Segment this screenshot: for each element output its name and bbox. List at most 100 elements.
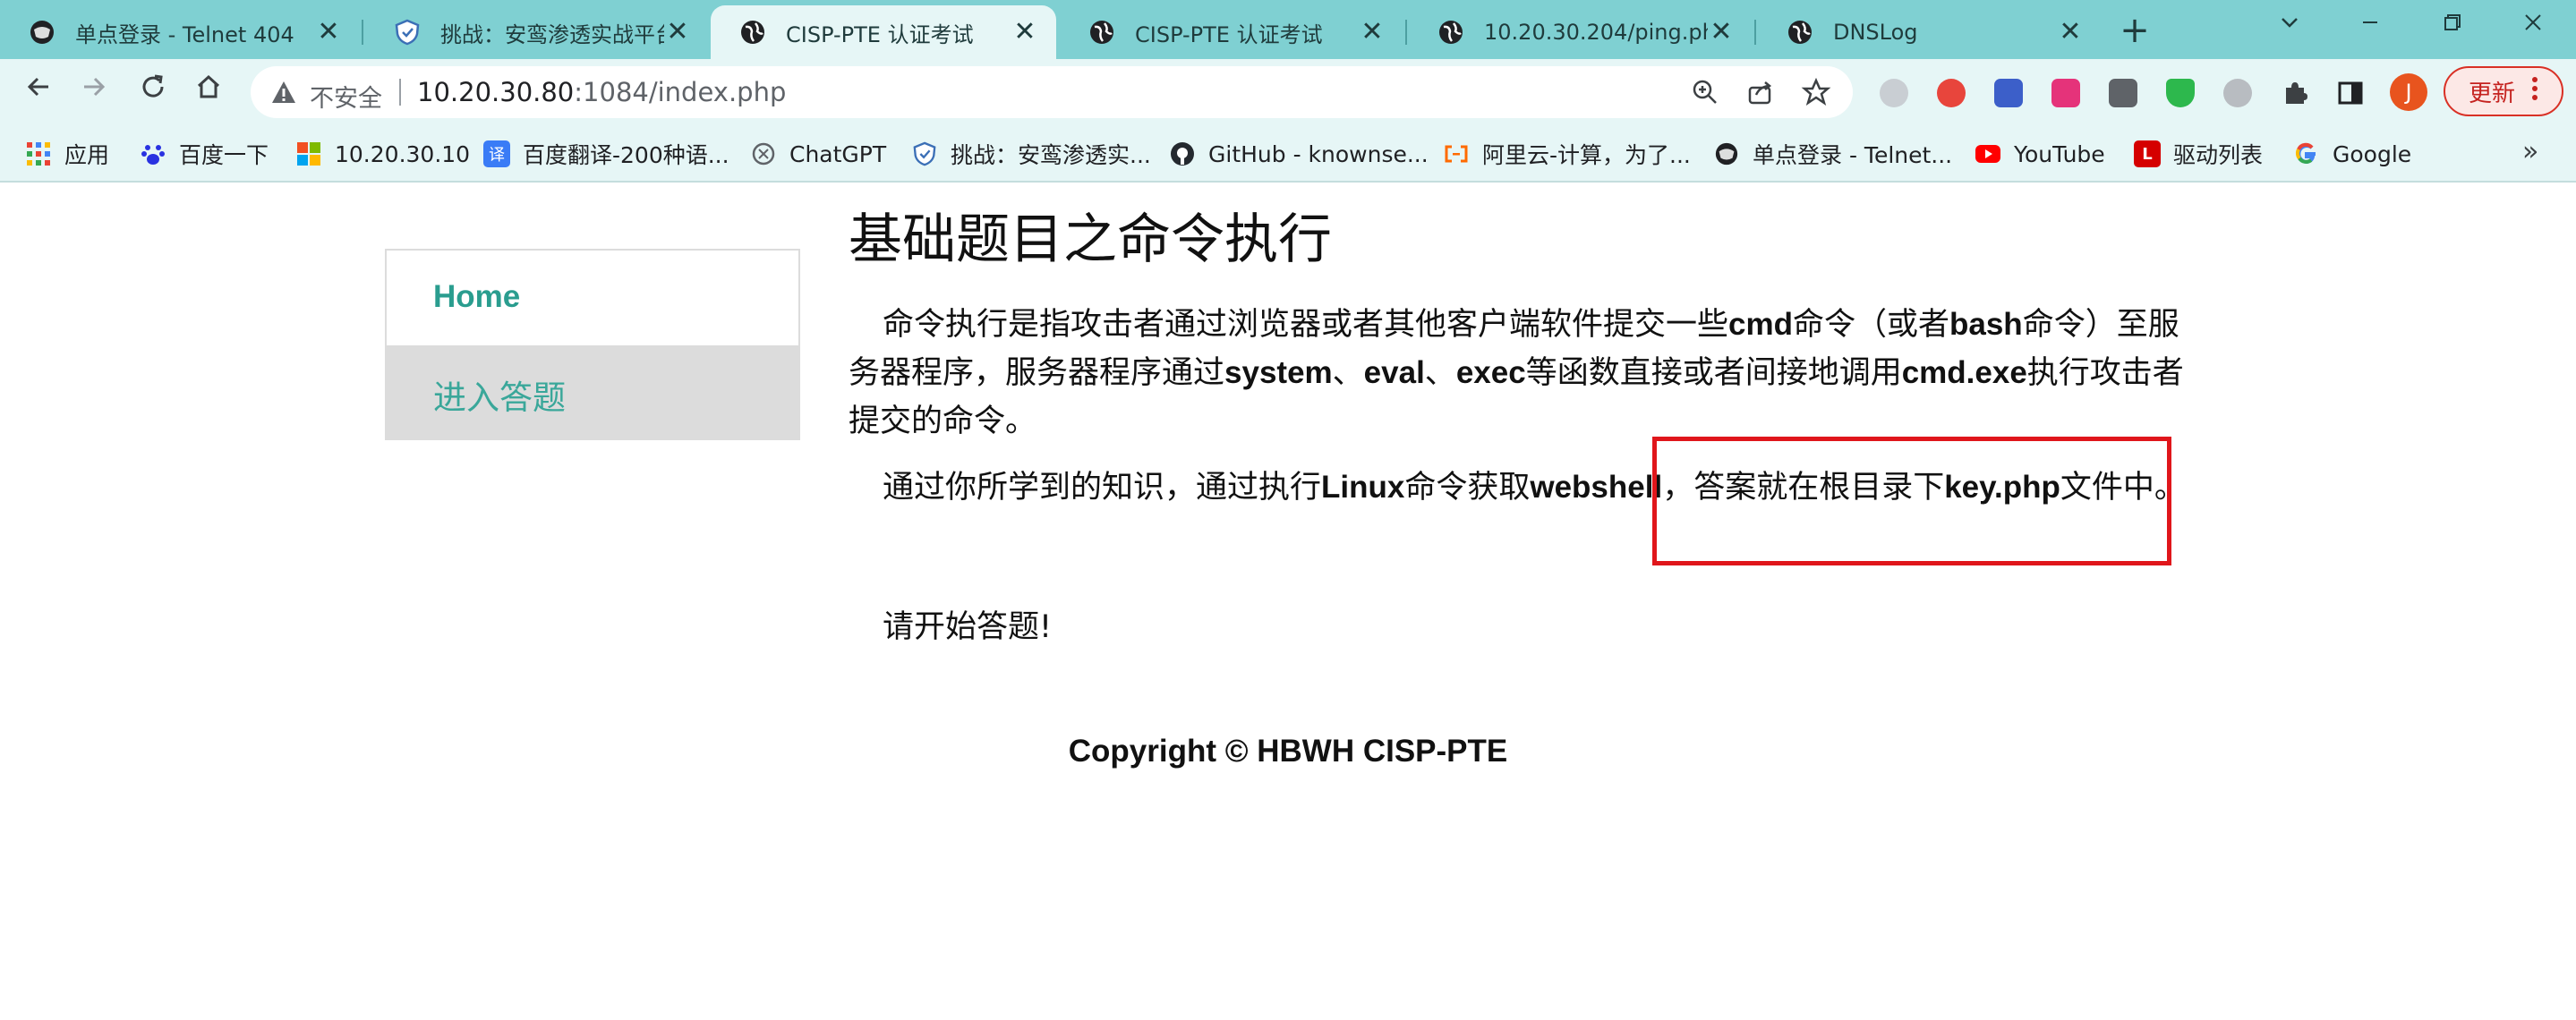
- url-host: 10.20.30.80: [417, 77, 575, 107]
- extension-shield-icon[interactable]: [2166, 79, 2195, 107]
- extensions-puzzle-icon[interactable]: [2281, 79, 2309, 107]
- close-icon[interactable]: ✕: [1011, 19, 1038, 46]
- share-icon[interactable]: [1745, 77, 1776, 107]
- tab-title: 单点登录 - Telnet 404: [75, 21, 294, 47]
- bookmark-anluan-challenge[interactable]: 挑战：安鸾渗透实...: [911, 136, 1151, 172]
- windows-logo-icon: [295, 140, 322, 167]
- minimize-icon[interactable]: [2343, 9, 2397, 45]
- keyword-text: system: [1224, 355, 1333, 390]
- bookmark-github[interactable]: GitHub - knownse...: [1169, 136, 1429, 172]
- warning-triangle-icon[interactable]: [270, 79, 297, 106]
- annotation-highlight-box: [1652, 437, 2171, 565]
- tab-strip: 单点登录 - Telnet 404 ✕ 挑战：安鸾渗透实战平台 ✕ CISP-P…: [0, 0, 2576, 59]
- paragraph-text: 命令执行是指攻击者通过浏览器或者其他客户端软件提交一些: [883, 307, 1729, 343]
- chatgpt-icon: [750, 140, 777, 167]
- close-icon[interactable]: ✕: [664, 19, 691, 46]
- extension-cookie-icon[interactable]: [1937, 79, 1966, 107]
- page-title: 基础题目之命令执行: [849, 208, 1332, 271]
- more-menu-icon[interactable]: [2531, 75, 2538, 108]
- browser-toolbar: 不安全 10.20.30.80:1084/index.php J 更新: [0, 59, 2576, 125]
- keyword-text: exec: [1455, 355, 1526, 390]
- tab-title: 挑战：安鸾渗透实战平台: [440, 21, 664, 47]
- extension-gear-icon[interactable]: [2223, 79, 2252, 107]
- globe-icon: [1713, 140, 1740, 167]
- footer-copyright: Copyright © HBWH CISP-PTE: [1068, 734, 1508, 769]
- extension-translate-icon[interactable]: [2051, 79, 2080, 107]
- baidu-paw-icon: [140, 140, 166, 167]
- paragraph-text: 等函数直接或者间接地调用: [1525, 355, 1902, 391]
- bookmark-apps[interactable]: 应用: [25, 136, 109, 172]
- back-arrow-icon[interactable]: [18, 72, 59, 113]
- extension-globe-icon[interactable]: [1880, 79, 1908, 107]
- bookmark-google[interactable]: Google: [2293, 136, 2411, 172]
- sidebar-nav: Home 进入答题: [385, 249, 800, 440]
- sidebar-item-label: 进入答题: [433, 378, 566, 417]
- bookmark-youtube[interactable]: YouTube: [1975, 136, 2105, 172]
- update-button[interactable]: 更新: [2444, 66, 2563, 116]
- close-icon[interactable]: ✕: [2057, 19, 2084, 46]
- tab-separator: [362, 20, 363, 45]
- bookmark-10-20-30-10[interactable]: 10.20.30.10: [295, 136, 470, 172]
- sidebar-item-answer[interactable]: 进入答题: [387, 345, 798, 438]
- tab-anluan-challenge[interactable]: 挑战：安鸾渗透实战平台 ✕: [365, 5, 709, 59]
- tab-search-chevron-icon[interactable]: [2263, 9, 2316, 45]
- side-panel-icon[interactable]: [2336, 79, 2365, 107]
- close-icon[interactable]: ✕: [1708, 19, 1735, 46]
- sidebar-item-home[interactable]: Home: [387, 251, 798, 345]
- bookmark-star-icon[interactable]: [1801, 77, 1831, 107]
- reload-icon[interactable]: [132, 72, 174, 113]
- bookmark-label: 10.20.30.10: [335, 140, 471, 167]
- extension-save-icon[interactable]: [1994, 79, 2023, 107]
- home-icon[interactable]: [188, 72, 229, 113]
- url-text[interactable]: 10.20.30.80:1084/index.php: [417, 77, 786, 107]
- forward-arrow-icon[interactable]: [73, 72, 115, 113]
- globe-icon: [1088, 19, 1115, 46]
- bookmark-chatgpt[interactable]: ChatGPT: [750, 136, 886, 172]
- bookmark-driver-list[interactable]: L 驱动列表: [2134, 136, 2263, 172]
- bookmark-label: 百度一下: [179, 142, 269, 168]
- github-icon: [1169, 140, 1196, 167]
- bookmark-aliyun[interactable]: 阿里云-计算，为了...: [1443, 136, 1691, 172]
- paragraph-text: 命令（或者: [1792, 307, 1949, 343]
- close-icon[interactable]: ✕: [1359, 19, 1386, 46]
- bookmark-baidu[interactable]: 百度一下: [140, 136, 269, 172]
- tab-cisp-pte[interactable]: CISP-PTE 认证考试 ✕: [1060, 5, 1403, 59]
- tab-ping-php[interactable]: 10.20.30.204/ping.php ✕: [1409, 5, 1753, 59]
- new-tab-button[interactable]: +: [2114, 11, 2155, 52]
- keyword-text: Linux: [1321, 470, 1405, 505]
- youtube-icon: [1975, 140, 2001, 167]
- aliyun-icon: [1443, 140, 1470, 167]
- tab-title: DNSLog: [1833, 20, 1918, 45]
- update-label: 更新: [2468, 80, 2515, 107]
- window-close-icon[interactable]: [2506, 9, 2560, 45]
- zoom-icon[interactable]: [1690, 77, 1720, 107]
- close-icon[interactable]: ✕: [315, 19, 342, 46]
- tab-title: 10.20.30.204/ping.php: [1484, 20, 1708, 45]
- keyword-text: cmd.exe: [1901, 355, 2027, 390]
- bookmark-telnet[interactable]: 单点登录 - Telnet...: [1713, 136, 1952, 172]
- tab-telnet-404[interactable]: 单点登录 - Telnet 404 ✕: [0, 5, 360, 59]
- profile-avatar[interactable]: J: [2390, 73, 2427, 111]
- bookmark-label: Google: [2333, 140, 2412, 167]
- bookmark-label: 挑战：安鸾渗透实...: [951, 142, 1151, 168]
- paragraph-text: 命令获取: [1404, 470, 1531, 506]
- tab-cisp-pte-active[interactable]: CISP-PTE 认证考试 ✕: [711, 5, 1056, 59]
- bookmark-label: 阿里云-计算，为了...: [1482, 142, 1691, 168]
- bookmark-label: 单点登录 - Telnet...: [1753, 142, 1953, 168]
- bookmark-baidu-translate[interactable]: 译 百度翻译-200种语...: [483, 136, 729, 172]
- bookmarks-overflow-chevron[interactable]: »: [2522, 136, 2538, 167]
- tab-title: CISP-PTE 认证考试: [786, 21, 974, 47]
- sidebar-item-label: Home: [433, 279, 521, 314]
- tab-dnslog[interactable]: DNSLog ✕: [1758, 5, 2102, 59]
- keyword-text: eval: [1363, 355, 1425, 390]
- bookmark-label: YouTube: [2014, 140, 2105, 167]
- extension-copy-icon[interactable]: [2109, 79, 2137, 107]
- paragraph-text: 通过你所学到的知识，通过执行: [883, 470, 1322, 506]
- restore-icon[interactable]: [2426, 9, 2479, 45]
- address-bar[interactable]: 不安全 10.20.30.80:1084/index.php: [251, 66, 1853, 118]
- security-label[interactable]: 不安全: [310, 79, 382, 114]
- bookmark-label: GitHub - knownse...: [1208, 140, 1429, 167]
- paragraph-text: 、: [1424, 355, 1456, 391]
- globe-icon: [1787, 19, 1813, 46]
- keyword-text: webshell: [1530, 470, 1663, 505]
